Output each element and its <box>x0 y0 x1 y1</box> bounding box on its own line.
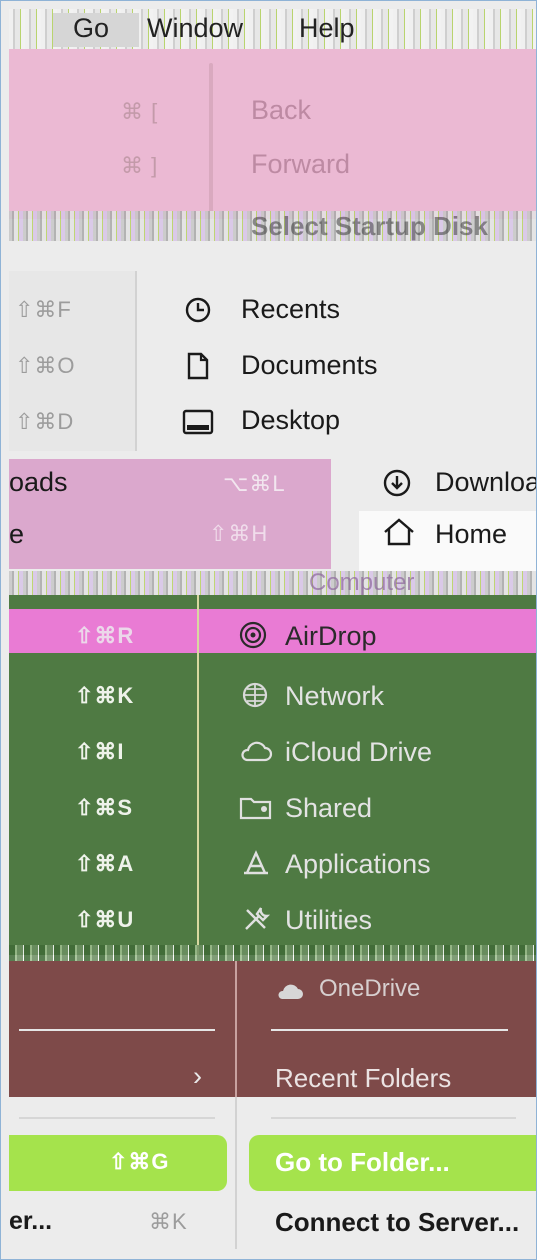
locations-item-shared[interactable]: ⇧⌘S Shared <box>9 783 536 835</box>
airdrop-shortcut: ⇧⌘R <box>75 623 135 648</box>
go-to-folder-label: Go to Folder... <box>275 1147 450 1177</box>
connect-server-shortcut: ⌘K <box>149 1209 188 1234</box>
go-to-folder-shortcut: ⇧⌘G <box>109 1149 170 1174</box>
forward-label: Forward <box>251 149 351 179</box>
clock-icon <box>183 295 213 325</box>
documents-label: Documents <box>241 350 378 380</box>
document-icon <box>183 351 213 381</box>
forward-item[interactable]: ⌘ ] Forward <box>9 141 536 191</box>
downloads-left-fragment: oads <box>9 467 68 497</box>
home-shortcut: ⇧⌘H <box>209 521 269 546</box>
icloud-shortcut: ⇧⌘I <box>75 739 125 764</box>
downloads-item[interactable]: oads ⌥⌘L Downloads <box>9 461 536 509</box>
go-to-folder-item[interactable]: Go to Folder... <box>249 1135 536 1191</box>
network-icon <box>239 679 271 711</box>
utilities-icon <box>239 903 273 935</box>
computer-label: Computer <box>309 569 415 596</box>
icloud-label: iCloud Drive <box>285 737 433 767</box>
onedrive-label: OneDrive <box>319 975 421 1002</box>
back-item[interactable]: ⌘ [ Back <box>9 85 536 135</box>
select-startup-disk-item[interactable]: Select Startup Disk <box>9 211 536 241</box>
downloads-label: Downloads <box>435 467 536 497</box>
recents-label: Recents <box>241 294 341 324</box>
desktop-icon <box>181 407 215 437</box>
connect-server-label: Connect to Server... <box>275 1207 520 1237</box>
cloud-icon <box>275 979 305 1003</box>
locations-item-icloud[interactable]: ⇧⌘I iCloud Drive <box>9 727 536 779</box>
glitch-strip <box>9 945 536 961</box>
desktop-shortcut: ⇧⌘D <box>15 409 75 434</box>
screenshot-frame: Go Window Help ⌘ [ Back ⌘ ] Forward Sele… <box>0 0 537 1260</box>
home-left-fragment: e <box>9 519 25 549</box>
locations-item-airdrop[interactable]: ⇧⌘R AirDrop <box>9 613 536 661</box>
menu-separator <box>271 1029 508 1031</box>
shared-folder-icon <box>239 793 273 821</box>
places-item-documents[interactable]: ⇧⌘O Documents <box>9 341 536 393</box>
documents-shortcut: ⇧⌘O <box>15 353 76 378</box>
applications-label: Applications <box>285 849 431 879</box>
menu-separator <box>271 1117 516 1119</box>
menu-window[interactable]: Window <box>147 13 243 44</box>
back-shortcut: ⌘ [ <box>121 99 159 124</box>
back-label: Back <box>251 95 312 125</box>
shared-label: Shared <box>285 793 373 823</box>
home-icon <box>381 515 417 549</box>
connect-server-left-fragment: er... <box>9 1207 53 1235</box>
locations-item-network[interactable]: ⇧⌘K Network <box>9 671 536 723</box>
select-startup-label: Select Startup Disk <box>251 211 488 241</box>
applications-icon <box>239 847 273 879</box>
shared-shortcut: ⇧⌘S <box>75 795 134 820</box>
locations-item-utilities[interactable]: ⇧⌘U Utilities <box>9 895 536 947</box>
menu-help[interactable]: Help <box>299 13 355 44</box>
menu-bar: Go Window Help <box>9 9 536 49</box>
desktop-label: Desktop <box>241 405 341 435</box>
downloads-shortcut: ⌥⌘L <box>223 471 286 496</box>
cloud-icon <box>239 737 273 765</box>
onedrive-item[interactable]: OneDrive <box>9 973 536 1013</box>
recent-folders-label: Recent Folders <box>275 1063 452 1093</box>
home-item[interactable]: e ⇧⌘H Home <box>9 511 536 559</box>
go-to-folder-left-highlight[interactable]: ⇧⌘G <box>9 1135 227 1191</box>
forward-shortcut: ⌘ ] <box>121 153 159 178</box>
places-item-desktop[interactable]: ⇧⌘D Desktop <box>9 397 536 449</box>
locations-item-applications[interactable]: ⇧⌘A Applications <box>9 839 536 891</box>
download-icon <box>381 467 413 499</box>
recents-shortcut: ⇧⌘F <box>15 297 72 322</box>
airdrop-label: AirDrop <box>285 621 377 651</box>
computer-item[interactable]: Computer <box>9 569 536 596</box>
applications-shortcut: ⇧⌘A <box>75 851 135 876</box>
network-shortcut: ⇧⌘K <box>75 683 135 708</box>
home-label: Home <box>435 519 508 549</box>
airdrop-icon <box>237 619 269 651</box>
menu-separator <box>19 1029 215 1031</box>
utilities-shortcut: ⇧⌘U <box>75 907 135 932</box>
menu-go[interactable]: Go <box>53 13 139 47</box>
connect-server-item[interactable]: er... ⌘K Connect to Server... <box>9 1199 536 1247</box>
network-label: Network <box>285 681 385 711</box>
utilities-label: Utilities <box>285 905 373 935</box>
recent-folders-chevron: › <box>193 1061 202 1091</box>
recent-folders-item[interactable]: › Recent Folders <box>9 1057 536 1101</box>
menu-separator <box>19 1117 215 1119</box>
places-item-recents[interactable]: ⇧⌘F Recents <box>9 285 536 337</box>
